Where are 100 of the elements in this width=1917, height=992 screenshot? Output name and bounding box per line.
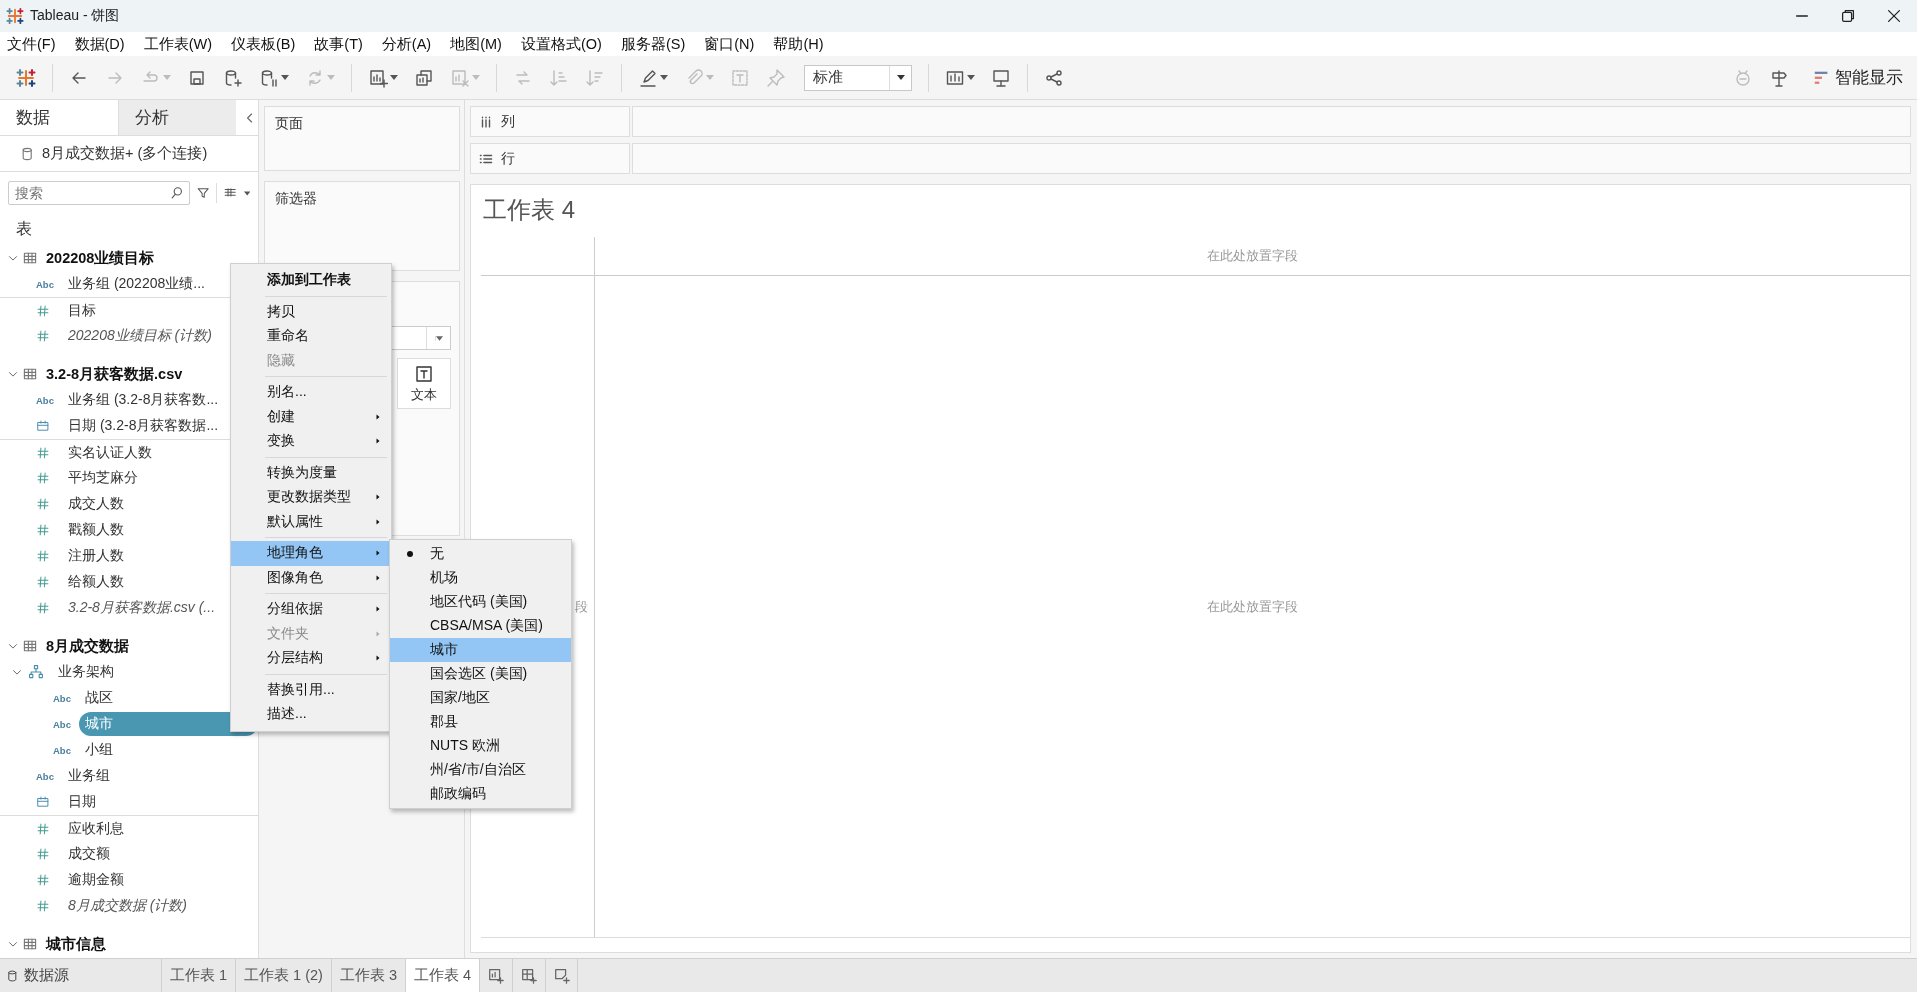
context-menu-item[interactable]: 图像角色 [231,565,391,590]
field-item[interactable]: 3.2-8月获客数据.csv (... [62,596,222,620]
submenu-item[interactable]: 城市 [390,638,571,662]
context-menu-item[interactable]: 分组依据 [231,597,391,622]
field-item[interactable]: 日期 (3.2-8月获客数据... [62,414,225,438]
hash-icon [36,549,50,563]
sheet-tab[interactable]: 工作表 4 [405,959,480,992]
hash-icon [36,873,50,887]
menu-item[interactable]: 服务器(S) [615,32,691,56]
data-source-tab[interactable]: 数据源 [0,959,161,992]
hash-icon [36,497,50,511]
hash-icon [36,523,50,537]
signpost-icon [1769,67,1789,88]
context-menu-item[interactable]: 拷贝 [231,299,391,324]
field-item[interactable]: 8月成交数据 (计数) [62,894,193,918]
submenu-item[interactable]: 国家/地区 [390,686,571,710]
context-menu-item[interactable]: 变换 [231,429,391,454]
hash-icon [36,329,50,343]
restore-icon[interactable] [1839,7,1857,25]
submenu-item[interactable]: NUTS 欧洲 [390,734,571,758]
new-dashboard-icon[interactable] [520,966,539,985]
field-item[interactable]: 目标 [62,298,102,323]
text-mark-button[interactable]: 文本 [397,358,451,409]
menu-item[interactable]: 窗口(N) [699,32,760,56]
hash-icon [36,847,50,861]
caret-icon [967,75,975,80]
field-item[interactable]: 业务组 (3.2-8月获客数... [62,388,225,412]
context-menu-item[interactable]: 别名... [231,380,391,405]
search-field[interactable]: 搜索 [8,181,190,205]
field-item[interactable]: 业务组 (202208业绩... [62,272,211,296]
pane-tab[interactable]: 分析 [117,100,236,135]
context-menu-item[interactable]: 地理角色 [231,541,391,566]
caret-icon [706,75,714,80]
context-menu-item[interactable]: 转换为度量 [231,460,391,485]
menu-item[interactable]: 地图(M) [445,32,507,56]
field-item[interactable]: 戳额人数 [62,518,130,542]
submenu-item[interactable]: 邮政编码 [390,782,571,806]
field-item[interactable]: 业务架构 [52,660,120,684]
table-icon [22,936,38,952]
field-item[interactable]: 日期 [62,790,102,814]
tableau-logo-icon [6,7,24,25]
rows-shelf-label: 行 [501,149,515,168]
menu-item[interactable]: 设置格式(O) [515,32,607,56]
field-item[interactable]: 小组 [79,738,119,762]
table-name[interactable]: 202208业绩目标 [46,248,155,268]
submenu-item[interactable]: 无 [390,542,571,566]
context-menu-item[interactable]: 更改数据类型 [231,485,391,510]
string-type-label: Abc [36,394,54,406]
fit-dropdown[interactable]: 标准 [804,64,912,91]
field-item[interactable]: 战区 [79,686,119,710]
close-icon[interactable] [1885,7,1903,25]
context-menu-item[interactable]: 创建 [231,404,391,429]
context-menu-item[interactable]: 添加到工作表 [231,268,391,293]
caret-icon [896,75,905,80]
caret-icon [163,75,171,80]
calendar-icon [36,419,50,433]
submenu-item[interactable]: CBSA/MSA (美国) [390,614,571,638]
submenu-item[interactable]: 地区代码 (美国) [390,590,571,614]
menu-item[interactable]: 数据(D) [69,32,130,56]
field-item[interactable]: 逾期金额 [62,868,130,892]
new-story-icon[interactable] [552,966,571,985]
menu-item[interactable]: 帮助(H) [768,32,829,56]
field-item[interactable]: 应收利息 [62,816,130,841]
field-item[interactable]: 202208业绩目标 (计数) [62,324,218,348]
search-icon [169,185,185,201]
show-me-button[interactable]: 智能显示 [1807,62,1909,93]
caret-icon [327,75,335,80]
drop-field-hint: 在此处放置字段 [1207,597,1298,616]
context-menu-item[interactable]: 默认属性 [231,509,391,534]
text-icon [414,363,434,384]
menu-item[interactable]: 分析(A) [376,32,437,56]
submenu-item[interactable]: 郡县 [390,710,571,734]
caret-icon[interactable] [243,190,250,196]
hash-icon [36,821,50,836]
submenu-item[interactable]: 州/省/市/自治区 [390,758,571,782]
data-source-name[interactable]: 8月成交数据+ (多个连接) [42,144,208,163]
field-item[interactable]: 实名认证人数 [62,440,158,465]
menu-item[interactable]: 仪表板(B) [226,32,301,56]
field-item[interactable]: 注册人数 [62,544,130,568]
field-item[interactable]: 成交人数 [62,492,130,516]
table-icon [22,638,38,654]
submenu-item[interactable]: 机场 [390,566,571,590]
new-worksheet-icon[interactable] [487,966,506,985]
menu-item[interactable]: 文件(F) [2,32,61,56]
field-item[interactable]: 给额人数 [62,570,130,594]
hash-icon [36,601,50,615]
submenu-item[interactable]: 国会选区 (美国) [390,662,571,686]
context-menu-item[interactable]: 重命名 [231,324,391,349]
menu-item[interactable]: 工作表(W) [138,32,217,56]
table-name[interactable]: 3.2-8月获客数据.csv [46,364,183,384]
menu-item[interactable]: 故事(T) [309,32,368,56]
context-menu-item[interactable]: 替换引用... [231,677,391,702]
field-item[interactable]: 平均芝麻分 [62,466,144,490]
field-item[interactable]: 业务组 [62,764,116,788]
field-item[interactable]: 成交额 [62,842,116,866]
context-menu-item[interactable]: 分层结构 [231,646,391,671]
table-name[interactable]: 8月成交数据 [46,636,130,656]
table-name[interactable]: 城市信息 [46,934,106,954]
caret-icon [472,75,480,80]
filters-shelf: 筛选器 [264,181,460,271]
